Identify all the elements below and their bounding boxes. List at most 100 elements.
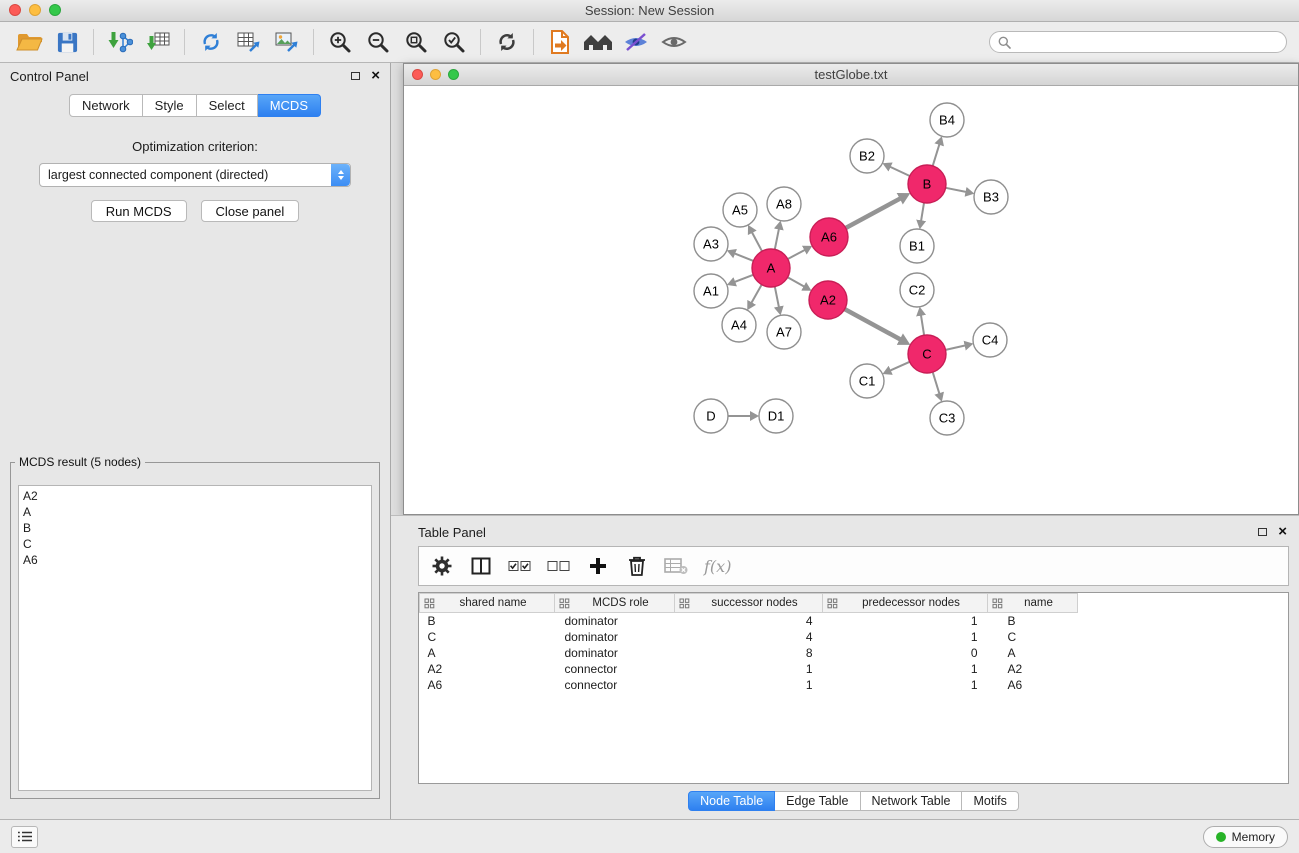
network-node[interactable]: C1 — [850, 364, 884, 398]
table-cell[interactable]: A6 — [988, 677, 1078, 693]
tab-select[interactable]: Select — [197, 94, 258, 117]
tab-network[interactable]: Network — [69, 94, 143, 117]
import-network-button[interactable] — [101, 25, 139, 59]
save-session-button[interactable] — [48, 25, 86, 59]
network-edge[interactable] — [921, 203, 924, 222]
float-panel-icon[interactable] — [1258, 528, 1267, 536]
search-input[interactable] — [989, 31, 1287, 53]
network-node[interactable]: C4 — [973, 323, 1007, 357]
table-cell[interactable]: C — [420, 629, 555, 645]
close-window-button[interactable] — [9, 4, 21, 16]
network-edge[interactable] — [946, 188, 967, 192]
table-row[interactable]: Bdominator41B — [420, 613, 1078, 629]
network-node[interactable]: C3 — [930, 401, 964, 435]
delete-table-button[interactable] — [661, 551, 691, 581]
table-cell[interactable]: 1 — [823, 677, 988, 693]
mcds-result-list[interactable]: A2ABCA6 — [18, 485, 372, 791]
function-builder-button[interactable]: f(x) — [700, 551, 735, 581]
zoom-out-button[interactable] — [359, 25, 397, 59]
network-edge[interactable] — [734, 253, 753, 261]
table-cell[interactable]: 8 — [675, 645, 823, 661]
zoom-window-button[interactable] — [49, 4, 61, 16]
table-cell[interactable]: 1 — [823, 629, 988, 645]
network-node-mcds[interactable]: C — [908, 335, 946, 373]
network-edge[interactable] — [751, 285, 762, 304]
network-edge[interactable] — [921, 315, 924, 336]
network-node-mcds[interactable]: A — [752, 249, 790, 287]
open-session-button[interactable] — [10, 25, 48, 59]
network-edge[interactable] — [775, 287, 779, 308]
zoom-in-button[interactable] — [321, 25, 359, 59]
export-table-button[interactable] — [230, 25, 268, 59]
table-row[interactable]: Cdominator41C — [420, 629, 1078, 645]
network-node-mcds[interactable]: B — [908, 165, 946, 203]
table-cell[interactable]: A2 — [988, 661, 1078, 677]
table-cell[interactable]: C — [988, 629, 1078, 645]
mcds-result-item[interactable]: A — [19, 504, 371, 520]
zoom-selected-button[interactable] — [435, 25, 473, 59]
network-edge[interactable] — [752, 232, 762, 251]
table-cell[interactable]: dominator — [555, 629, 675, 645]
show-panels-button[interactable] — [11, 826, 38, 848]
import-table-button[interactable] — [139, 25, 177, 59]
table-row[interactable]: A2connector11A2 — [420, 661, 1078, 677]
network-node[interactable]: A1 — [694, 274, 728, 308]
tab-motifs[interactable]: Motifs — [962, 791, 1018, 811]
table-cell[interactable]: A — [420, 645, 555, 661]
network-node[interactable]: A5 — [723, 193, 757, 227]
table-cell[interactable]: connector — [555, 661, 675, 677]
first-neighbors-button[interactable] — [579, 25, 617, 59]
export-network-button[interactable] — [192, 25, 230, 59]
network-node[interactable]: D — [694, 399, 728, 433]
network-edge[interactable] — [775, 229, 779, 250]
network-node-mcds[interactable]: A6 — [810, 218, 848, 256]
network-edge[interactable] — [788, 250, 805, 259]
table-cell[interactable]: 1 — [823, 613, 988, 629]
network-node[interactable]: A8 — [767, 187, 801, 221]
close-panel-icon[interactable]: × — [1278, 526, 1287, 538]
network-edge[interactable] — [933, 144, 940, 166]
table-cell[interactable]: A2 — [420, 661, 555, 677]
mcds-result-item[interactable]: C — [19, 536, 371, 552]
network-node[interactable]: A3 — [694, 227, 728, 261]
network-edge[interactable] — [845, 309, 901, 340]
float-panel-icon[interactable] — [351, 72, 360, 80]
table-row[interactable]: Adominator80A — [420, 645, 1078, 661]
network-node[interactable]: B1 — [900, 229, 934, 263]
table-cell[interactable]: dominator — [555, 645, 675, 661]
table-cell[interactable]: 4 — [675, 629, 823, 645]
new-network-from-selection-button[interactable] — [541, 25, 579, 59]
network-edge[interactable] — [933, 372, 940, 394]
refresh-layout-button[interactable] — [488, 25, 526, 59]
network-node[interactable]: B2 — [850, 139, 884, 173]
export-image-button[interactable] — [268, 25, 306, 59]
tab-edge-table[interactable]: Edge Table — [775, 791, 860, 811]
zoom-fit-button[interactable] — [397, 25, 435, 59]
add-column-button[interactable] — [466, 551, 496, 581]
network-edge[interactable] — [734, 275, 753, 282]
memory-button[interactable]: Memory — [1203, 826, 1288, 848]
network-edge[interactable] — [788, 277, 805, 287]
network-edge[interactable] — [946, 345, 966, 350]
table-cell[interactable]: dominator — [555, 613, 675, 629]
tab-network-table[interactable]: Network Table — [861, 791, 963, 811]
table-settings-button[interactable] — [427, 551, 457, 581]
column-header-name[interactable]: name — [988, 594, 1078, 613]
network-edge[interactable] — [890, 167, 910, 176]
hide-selected-button[interactable] — [617, 25, 655, 59]
network-minimize-button[interactable] — [430, 69, 441, 80]
network-node[interactable]: B4 — [930, 103, 964, 137]
table-cell[interactable]: 1 — [675, 661, 823, 677]
network-node[interactable]: A7 — [767, 315, 801, 349]
network-node[interactable]: C2 — [900, 273, 934, 307]
close-panel-icon[interactable]: × — [371, 70, 380, 82]
network-node[interactable]: A4 — [722, 308, 756, 342]
column-header-mcds-role[interactable]: MCDS role — [555, 594, 675, 613]
table-cell[interactable]: 1 — [823, 661, 988, 677]
table-cell[interactable]: connector — [555, 677, 675, 693]
network-edge[interactable] — [846, 198, 901, 228]
table-cell[interactable]: 4 — [675, 613, 823, 629]
column-header-predecessor-nodes[interactable]: predecessor nodes — [823, 594, 988, 613]
mcds-result-item[interactable]: A2 — [19, 488, 371, 504]
deselect-all-button[interactable] — [544, 551, 574, 581]
